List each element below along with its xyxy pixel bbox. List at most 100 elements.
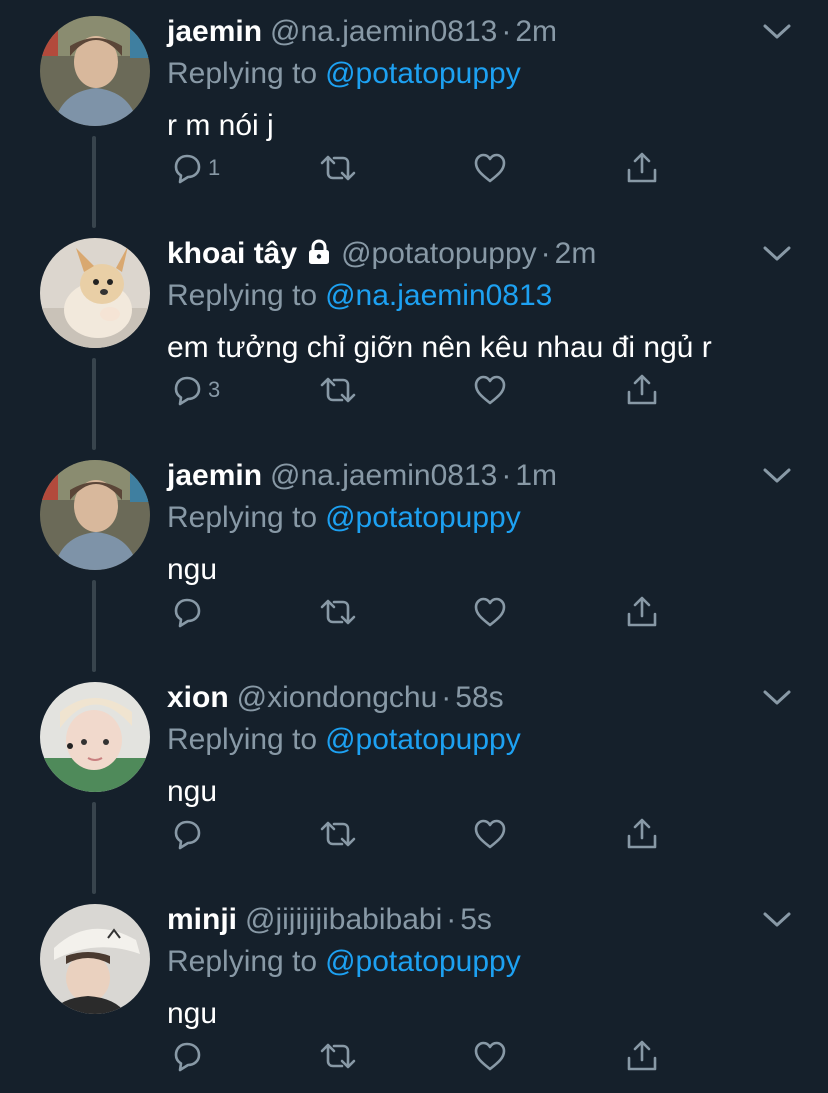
tweet-text: ngu — [167, 997, 218, 1030]
comment-icon — [174, 1042, 201, 1072]
separator-dot: · — [540, 237, 551, 270]
tweet[interactable]: khoai tây @potatopuppy · 2m Replying to @na.… — [0, 222, 828, 450]
reply-button[interactable] — [170, 1034, 208, 1078]
display-name[interactable]: jaemin — [167, 15, 262, 48]
replying-to-label: Replying to — [167, 945, 318, 978]
user-handle[interactable]: @xiondongchu — [237, 681, 438, 714]
avatar[interactable] — [40, 460, 150, 570]
like-button[interactable] — [472, 1034, 508, 1078]
timestamp[interactable]: 2m — [555, 237, 597, 270]
like-button[interactable] — [472, 812, 508, 856]
chevron-down-icon[interactable] — [762, 242, 792, 264]
share-button[interactable] — [624, 1034, 660, 1078]
chevron-down-icon[interactable] — [762, 464, 792, 486]
replying-to-label: Replying to — [167, 57, 318, 90]
avatar-photo-jaemin-icon — [40, 16, 150, 126]
like-button[interactable] — [472, 146, 508, 190]
action-bar: 1 — [0, 146, 828, 190]
tweet[interactable]: xion @xiondongchu · 58s Replying to @potatop… — [0, 666, 828, 894]
share-icon — [627, 818, 657, 849]
display-name[interactable]: minji — [167, 903, 237, 936]
user-handle[interactable]: @potatopuppy — [341, 237, 537, 270]
reply-target-link[interactable]: @potatopuppy — [325, 945, 521, 978]
share-icon — [627, 1040, 657, 1071]
share-icon — [627, 596, 657, 627]
reply-target-link[interactable]: @potatopuppy — [325, 501, 521, 534]
reply-target-link[interactable]: @na.jaemin0813 — [325, 279, 552, 312]
retweet-icon — [320, 377, 356, 403]
chevron-down-icon[interactable] — [762, 686, 792, 708]
user-handle[interactable]: @na.jaemin0813 — [270, 15, 497, 48]
avatar[interactable] — [40, 238, 150, 348]
timestamp[interactable]: 58s — [455, 681, 503, 714]
display-name[interactable]: xion — [167, 681, 229, 714]
heart-icon — [474, 375, 506, 405]
user-handle[interactable]: @na.jaemin0813 — [270, 459, 497, 492]
display-name[interactable]: jaemin — [167, 459, 262, 492]
reply-count: 3 — [208, 377, 221, 402]
share-button[interactable] — [624, 368, 660, 412]
retweet-button[interactable] — [318, 368, 358, 412]
user-handle[interactable]: @jijijijibabibabi — [245, 903, 442, 936]
separator-dot: · — [501, 459, 512, 492]
like-button[interactable] — [472, 368, 508, 412]
share-button[interactable] — [624, 812, 660, 856]
reply-button[interactable]: 3 — [170, 368, 220, 412]
avatar-photo-jaemin-icon — [40, 460, 150, 570]
replying-to-label: Replying to — [167, 279, 318, 312]
display-name[interactable]: khoai tây — [167, 237, 297, 270]
reply-target-link[interactable]: @potatopuppy — [325, 57, 521, 90]
tweet-header: minji @jijijijibabibabi · 5s — [167, 902, 492, 938]
retweet-icon — [320, 155, 356, 181]
like-button[interactable] — [472, 590, 508, 634]
reply-button[interactable] — [170, 812, 208, 856]
action-bar — [0, 812, 828, 856]
retweet-button[interactable] — [318, 812, 358, 856]
reply-target-link[interactable]: @potatopuppy — [325, 723, 521, 756]
tweet[interactable]: jaemin @na.jaemin0813 · 2m Replying to @pota… — [0, 0, 828, 228]
chevron-down-icon[interactable] — [762, 20, 792, 42]
retweet-button[interactable] — [318, 146, 358, 190]
lock-icon — [305, 238, 333, 275]
comment-icon — [174, 598, 201, 628]
replying-to: Replying to @potatopuppy — [167, 56, 521, 92]
reply-button[interactable] — [170, 590, 208, 634]
tweet-text: ngu — [167, 775, 218, 808]
avatar[interactable] — [40, 682, 150, 792]
avatar[interactable] — [40, 16, 150, 126]
tweet-header: khoai tây @potatopuppy · 2m — [167, 236, 596, 272]
timestamp[interactable]: 2m — [515, 15, 557, 48]
replying-to: Replying to @na.jaemin0813 — [167, 278, 552, 314]
action-bar — [0, 590, 828, 634]
tweet[interactable]: minji @jijijijibabibabi · 5s Replying to @po… — [0, 888, 828, 1093]
timestamp[interactable]: 5s — [460, 903, 492, 936]
retweet-button[interactable] — [318, 590, 358, 634]
replying-to: Replying to @potatopuppy — [167, 944, 521, 980]
heart-icon — [474, 819, 506, 849]
timestamp[interactable]: 1m — [515, 459, 557, 492]
avatar-photo-minji-icon — [40, 904, 150, 1014]
replying-to: Replying to @potatopuppy — [167, 722, 521, 758]
tweet-text: em tưởng chỉ giỡn nên kêu nhau đi ngủ r — [167, 331, 712, 364]
chevron-down-icon[interactable] — [762, 908, 792, 930]
comment-icon — [174, 820, 201, 850]
replying-to: Replying to @potatopuppy — [167, 500, 521, 536]
conversation-thread: jaemin @na.jaemin0813 · 2m Replying to @pota… — [0, 0, 828, 1093]
heart-icon — [474, 153, 506, 183]
retweet-button[interactable] — [318, 1034, 358, 1078]
avatar[interactable] — [40, 904, 150, 1014]
action-bar: 3 — [0, 368, 828, 412]
replying-to-label: Replying to — [167, 723, 318, 756]
action-bar — [0, 1034, 828, 1078]
share-button[interactable] — [624, 146, 660, 190]
separator-dot: · — [441, 681, 452, 714]
retweet-icon — [320, 599, 356, 625]
tweet[interactable]: jaemin @na.jaemin0813 · 1m Replying to @pota… — [0, 444, 828, 672]
heart-icon — [474, 1041, 506, 1071]
tweet-text: r m nói j — [167, 109, 274, 142]
avatar-photo-xion-icon — [40, 682, 150, 792]
share-icon — [627, 152, 657, 183]
share-button[interactable] — [624, 590, 660, 634]
reply-button[interactable]: 1 — [170, 146, 220, 190]
tweet-text: ngu — [167, 553, 218, 586]
